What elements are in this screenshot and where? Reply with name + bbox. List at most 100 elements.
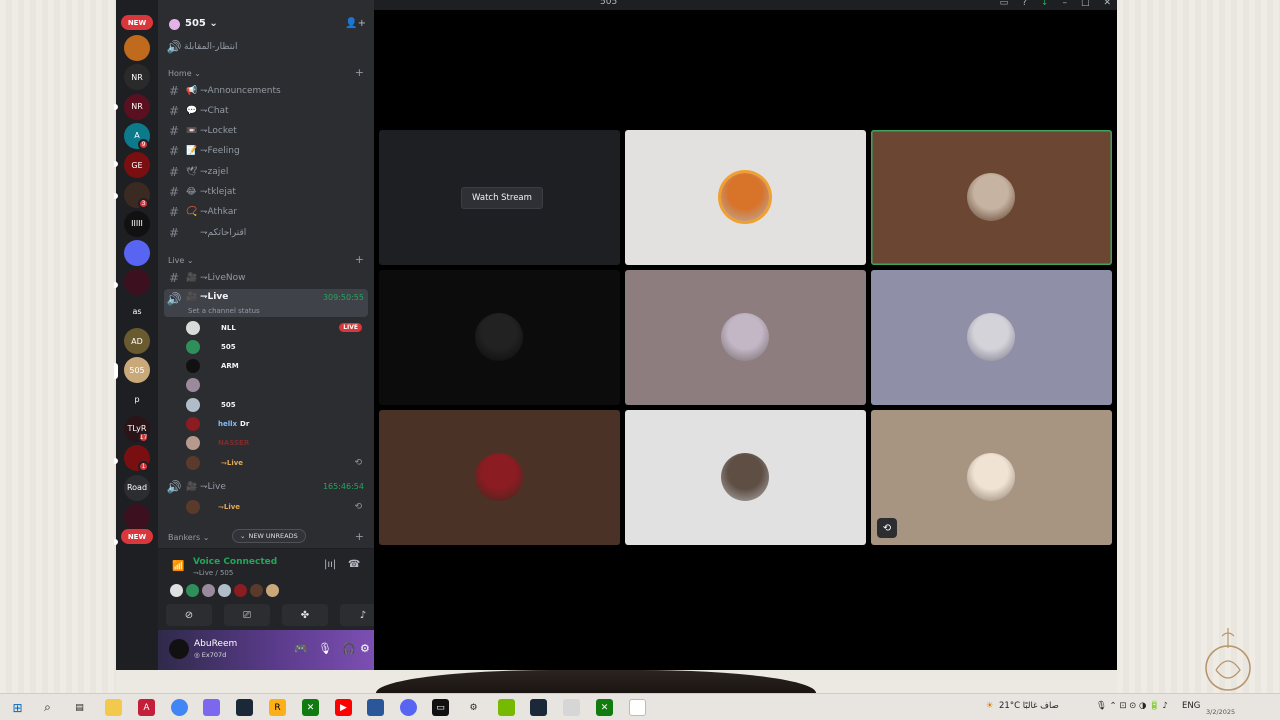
stream-tile[interactable]	[379, 410, 620, 545]
text-channel[interactable]: # 😂 ⇁tklejat	[164, 183, 368, 202]
activities-button[interactable]: ✤	[282, 604, 328, 626]
stream-tile[interactable]	[625, 410, 866, 545]
voice-user[interactable]	[186, 377, 366, 394]
server-icon[interactable]: NR	[124, 93, 150, 120]
app-icon[interactable]	[203, 699, 220, 716]
voice-user[interactable]: NLL LIVE	[186, 319, 366, 336]
stream-tile[interactable]	[625, 130, 866, 265]
inbox-icon[interactable]: ▭	[1000, 0, 1009, 8]
voice-status[interactable]: Voice Connected	[193, 557, 277, 567]
server-icon[interactable]: GE	[124, 152, 150, 179]
steam-icon[interactable]	[236, 699, 253, 716]
server-header[interactable]: 505 ⌄ 👤+	[158, 12, 374, 36]
rockstar-icon[interactable]: R	[269, 699, 286, 716]
clock-date[interactable]: 3/2/2025	[1206, 708, 1235, 716]
text-channel[interactable]: # 💬 ⇁Chat	[164, 101, 368, 120]
tray-icons[interactable]: 🎙 ⌃ ⊡ ⊙ ◑ 🔋 ♪	[1096, 701, 1168, 711]
stream-tile[interactable]	[871, 130, 1112, 265]
server-icon[interactable]: as	[124, 298, 150, 325]
game-icon[interactable]: 🎮	[294, 642, 308, 655]
channel-status[interactable]: Set a channel status	[188, 307, 260, 315]
text-channel[interactable]: # 📝 ⇁Feeling	[164, 142, 368, 161]
chrome-icon[interactable]	[171, 699, 188, 716]
stream-tile[interactable]: ⟲	[871, 410, 1112, 545]
username[interactable]: AbuReem	[194, 639, 237, 649]
voice-user[interactable]: ARM	[186, 358, 366, 375]
settings-gear-icon[interactable]: ⚙	[360, 642, 370, 655]
text-channel[interactable]: # 🕊 ⇁zajel	[164, 162, 368, 181]
app-icon[interactable]	[367, 699, 384, 716]
voice-user[interactable]: ⇁Live ⟲	[186, 498, 366, 515]
stream-tile[interactable]: Watch Stream	[379, 130, 620, 265]
server-icon[interactable]	[124, 269, 150, 296]
app-icon[interactable]	[629, 699, 646, 716]
soundboard-button[interactable]: ♪	[340, 604, 374, 626]
download-icon[interactable]: ↓	[1041, 0, 1049, 8]
stream-tile[interactable]	[625, 270, 866, 405]
add-channel-icon[interactable]: +	[355, 66, 364, 79]
voice-channel-live-2[interactable]: 🔊 🎥 ⇁Live 165:46:54	[164, 477, 368, 496]
camera-off-button[interactable]: ⊘	[166, 604, 212, 626]
voice-user[interactable]: hellx Dr	[186, 416, 366, 433]
watch-stream-button[interactable]: Watch Stream	[461, 187, 543, 209]
voice-user[interactable]: ⇁Live ⟲	[186, 454, 366, 471]
terminal-icon[interactable]: ▭	[432, 699, 449, 716]
task-view-icon[interactable]: ▤	[71, 699, 88, 716]
stream-tile[interactable]	[379, 270, 620, 405]
screen-share-button[interactable]: ⎚	[224, 604, 270, 626]
text-channel[interactable]: # ⇁اقتراحاتكم	[164, 223, 368, 242]
server-icon[interactable]	[124, 240, 150, 267]
channel-livenow[interactable]: # 🎥 ⇁LiveNow	[164, 268, 368, 287]
new-pill-bottom[interactable]: NEW	[121, 529, 153, 544]
disconnect-icon[interactable]: ☎	[348, 559, 360, 570]
steelseries-icon[interactable]: ⚙	[465, 699, 482, 716]
add-channel-icon[interactable]: +	[355, 253, 364, 266]
start-button[interactable]: ⊞	[9, 699, 26, 716]
store-icon[interactable]	[563, 699, 580, 716]
text-channel[interactable]: # 📿 ⇁Athkar	[164, 203, 368, 222]
server-icon[interactable]: Road	[124, 474, 150, 501]
invite-people-icon[interactable]: 👤+	[345, 18, 366, 29]
text-channel[interactable]: # 📼 ⇁Locket	[164, 122, 368, 141]
category-home[interactable]: Home ⌄ +	[168, 66, 368, 79]
close-button[interactable]: ✕	[1103, 0, 1111, 8]
xbox-icon[interactable]: ✕	[302, 699, 319, 716]
server-icon[interactable]	[124, 503, 150, 530]
stream-tile[interactable]	[871, 270, 1112, 405]
noise-suppression-icon[interactable]: |ıı|	[324, 559, 336, 570]
voice-user[interactable]: NASSER	[186, 435, 366, 452]
voice-channel-path[interactable]: ⇁Live / 505	[193, 569, 233, 577]
server-icon[interactable]	[124, 35, 150, 61]
text-channel[interactable]: # 📢 ⇁Announcements	[164, 81, 368, 100]
weather-text[interactable]: 21°C صاف غالبًا	[999, 701, 1059, 711]
xbox-icon[interactable]: ✕	[596, 699, 613, 716]
discord-icon[interactable]	[400, 699, 417, 716]
category-live[interactable]: Live ⌄ +	[168, 253, 368, 266]
nvidia-icon[interactable]	[498, 699, 515, 716]
new-pill-top[interactable]: NEW	[121, 15, 153, 30]
voice-channel-waiting[interactable]: 🔊 انتظار-المقابلة	[164, 37, 368, 56]
help-icon[interactable]: ?	[1022, 0, 1027, 8]
acrobat-icon[interactable]: A	[138, 699, 155, 716]
file-explorer-icon[interactable]	[105, 699, 122, 716]
headphones-icon[interactable]: 🎧	[342, 642, 356, 655]
new-unreads-button[interactable]: ⌄ NEW UNREADS	[232, 529, 306, 543]
mic-icon[interactable]: 🎙	[318, 642, 332, 655]
avatar[interactable]	[169, 639, 189, 659]
steam-icon[interactable]	[530, 699, 547, 716]
stream-status-icon[interactable]: ⟲	[877, 518, 897, 538]
voice-user[interactable]: 505	[186, 338, 366, 355]
youtube-icon[interactable]: ▶	[335, 699, 352, 716]
add-channel-icon[interactable]: +	[355, 530, 364, 543]
server-icon[interactable]: p	[124, 386, 150, 413]
voice-channel-live-selected[interactable]: 🔊 🎥 ⇁Live 309:50:55 Set a channel status	[164, 289, 368, 317]
voice-user[interactable]: 505	[186, 396, 366, 413]
server-icon[interactable]: IIIII	[124, 210, 150, 237]
server-icon[interactable]: AD	[124, 328, 150, 354]
maximize-button[interactable]: □	[1081, 0, 1090, 8]
server-icon[interactable]: 505	[124, 357, 150, 384]
minimize-button[interactable]: –	[1062, 0, 1067, 8]
language-indicator[interactable]: ENG	[1182, 701, 1200, 711]
search-icon[interactable]: ⌕	[39, 699, 56, 716]
server-icon[interactable]: NR	[124, 64, 150, 91]
